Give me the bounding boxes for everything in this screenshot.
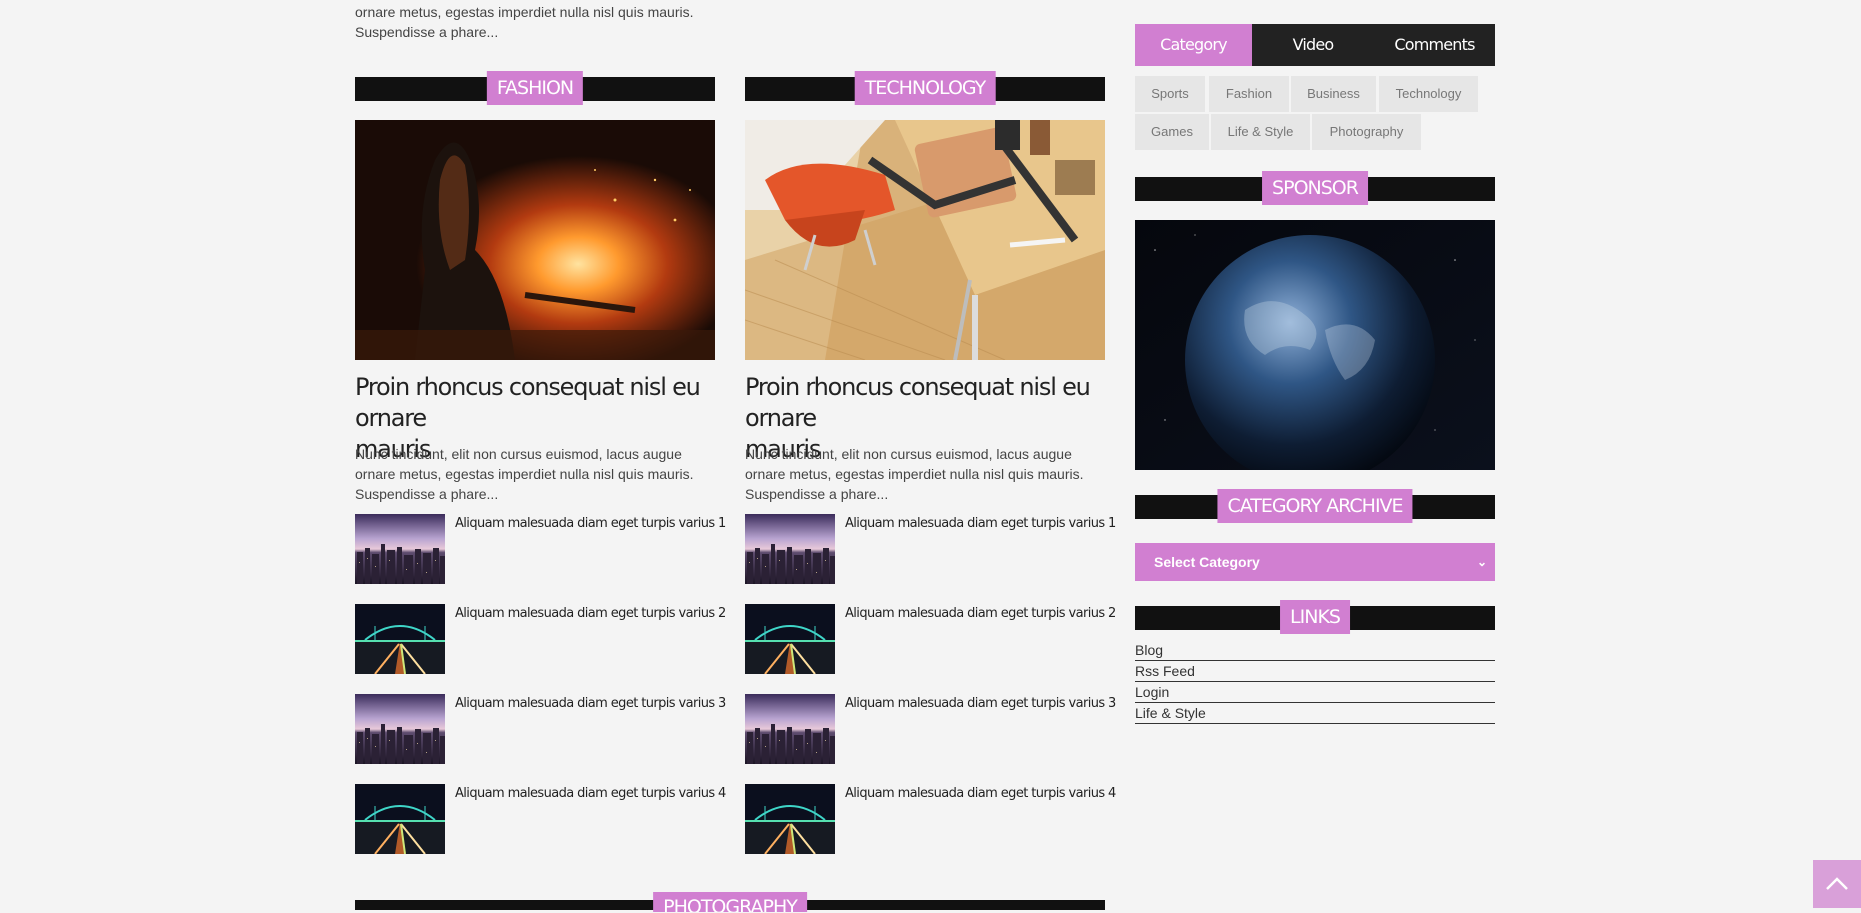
category-chip-business[interactable]: Business (1291, 76, 1376, 112)
sponsor-banner[interactable] (1135, 220, 1495, 470)
category-chip-technology[interactable]: Technology (1379, 76, 1478, 112)
link-life-style[interactable]: Life & Style (1135, 703, 1495, 724)
category-archive-header: CATEGORY ARCHIVE (1135, 489, 1495, 523)
list-item-title[interactable]: Aliquam malesuada diam eget turpis variu… (845, 786, 1116, 801)
category-chip-games[interactable]: Games (1135, 114, 1209, 150)
category-chip-life-style[interactable]: Life & Style (1211, 114, 1310, 150)
intro-excerpt: ornare metus, egestas imperdiet nulla ni… (355, 2, 715, 42)
excerpt-line: Suspendisse a phare... (355, 486, 499, 502)
section-label[interactable]: TECHNOLOGY (854, 71, 996, 105)
post-title-line[interactable]: Proin rhoncus consequat nisl eu ornare (745, 372, 1105, 434)
category-chip-sports[interactable]: Sports (1135, 76, 1205, 112)
tab-comments[interactable]: Comments (1374, 24, 1495, 66)
section-header-technology: TECHNOLOGY (745, 71, 1105, 105)
chevron-up-icon[interactable] (1813, 860, 1861, 908)
list-item-title[interactable]: Aliquam malesuada diam eget turpis variu… (845, 606, 1116, 621)
category-chip-photography[interactable]: Photography (1312, 114, 1421, 150)
excerpt-line: Nunc tincidunt, elit non cursus euismod,… (745, 446, 1072, 462)
thumbnail-bridge[interactable] (745, 784, 835, 854)
tab-video[interactable]: Video (1252, 24, 1374, 66)
sidebar-tabs: Category Video Comments (1135, 24, 1495, 66)
excerpt-line: Suspendisse a phare... (745, 486, 889, 502)
section-header-photography: PHOTOGRAPHY (355, 892, 1105, 912)
post-excerpt: Nunc tincidunt, elit non cursus euismod,… (745, 444, 1105, 504)
section-label: LINKS (1280, 600, 1350, 634)
link-blog[interactable]: Blog (1135, 640, 1495, 661)
excerpt-line: Nunc tincidunt, elit non cursus euismod,… (355, 446, 682, 462)
hero-image-fashion[interactable] (355, 120, 715, 360)
intro-line: Suspendisse a phare... (355, 24, 499, 40)
list-item[interactable]: Aliquam malesuada diam eget turpis variu… (745, 604, 1116, 674)
section-label[interactable]: FASHION (486, 71, 584, 105)
link-login[interactable]: Login (1135, 682, 1495, 703)
list-item-title[interactable]: Aliquam malesuada diam eget turpis variu… (845, 516, 1116, 531)
thumbnail-bridge[interactable] (355, 604, 445, 674)
thumbnail-bridge[interactable] (745, 604, 835, 674)
post-title-line[interactable]: Proin rhoncus consequat nisl eu ornare (355, 372, 715, 434)
section-header-fashion: FASHION (355, 71, 715, 105)
list-item[interactable]: Aliquam malesuada diam eget turpis variu… (355, 604, 726, 674)
back-to-top-button[interactable] (1813, 860, 1861, 908)
category-chip-fashion[interactable]: Fashion (1209, 76, 1289, 112)
list-item[interactable]: Aliquam malesuada diam eget turpis variu… (745, 514, 1116, 584)
list-item-title[interactable]: Aliquam malesuada diam eget turpis variu… (455, 696, 726, 711)
section-label: SPONSOR (1262, 171, 1368, 205)
tab-category[interactable]: Category (1135, 24, 1252, 66)
thumbnail-bridge[interactable] (355, 784, 445, 854)
list-item[interactable]: Aliquam malesuada diam eget turpis variu… (745, 784, 1116, 854)
category-select[interactable]: Select Category ⌄ (1135, 543, 1495, 581)
thumbnail-city[interactable] (745, 694, 835, 764)
thumbnail-city[interactable] (355, 514, 445, 584)
list-item-title[interactable]: Aliquam malesuada diam eget turpis variu… (455, 786, 726, 801)
post-excerpt: Nunc tincidunt, elit non cursus euismod,… (355, 444, 715, 504)
list-item[interactable]: Aliquam malesuada diam eget turpis variu… (355, 784, 726, 854)
list-item[interactable]: Aliquam malesuada diam eget turpis variu… (745, 694, 1116, 764)
list-item[interactable]: Aliquam malesuada diam eget turpis variu… (355, 694, 726, 764)
excerpt-line: ornare metus, egestas imperdiet nulla ni… (355, 466, 694, 482)
thumbnail-city[interactable] (355, 694, 445, 764)
section-label: CATEGORY ARCHIVE (1217, 489, 1413, 523)
list-item[interactable]: Aliquam malesuada diam eget turpis variu… (355, 514, 726, 584)
hero-image-technology[interactable] (745, 120, 1105, 360)
excerpt-line: ornare metus, egestas imperdiet nulla ni… (745, 466, 1084, 482)
chevron-down-icon[interactable]: ⌄ (1477, 543, 1487, 581)
links-header: LINKS (1135, 600, 1495, 634)
intro-line: ornare metus, egestas imperdiet nulla ni… (355, 4, 694, 20)
thumbnail-city[interactable] (745, 514, 835, 584)
category-select-value[interactable]: Select Category (1154, 554, 1260, 570)
list-item-title[interactable]: Aliquam malesuada diam eget turpis variu… (455, 606, 726, 621)
section-label[interactable]: PHOTOGRAPHY (653, 892, 807, 912)
sponsor-header: SPONSOR (1135, 171, 1495, 205)
list-item-title[interactable]: Aliquam malesuada diam eget turpis variu… (455, 516, 726, 531)
list-item-title[interactable]: Aliquam malesuada diam eget turpis variu… (845, 696, 1116, 711)
link-rss-feed[interactable]: Rss Feed (1135, 661, 1495, 682)
